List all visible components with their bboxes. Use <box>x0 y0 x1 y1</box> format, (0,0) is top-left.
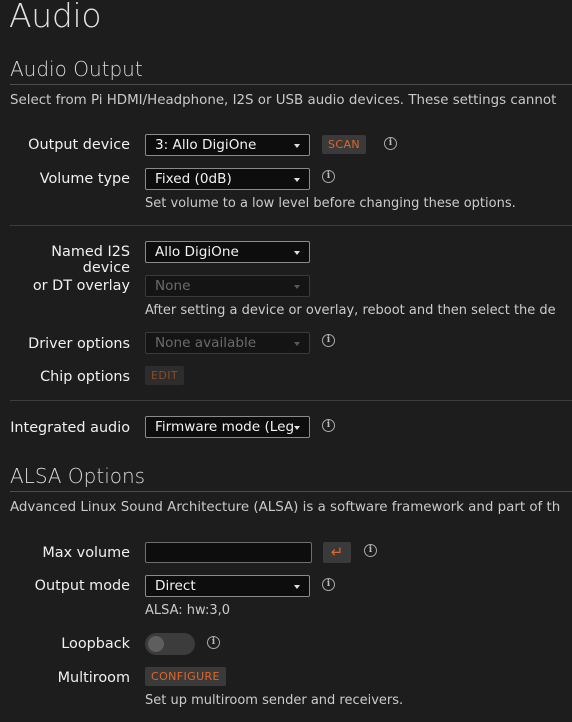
caret-down-icon <box>294 342 300 346</box>
named-i2s-label-line3: or DT overlay <box>32 278 130 294</box>
section-rule <box>10 84 572 85</box>
output-device-value: 3: Allo DigiOne <box>155 137 257 153</box>
page-title: Audio <box>9 0 102 35</box>
loopback-toggle[interactable] <box>145 633 195 655</box>
output-mode-label: Output mode <box>34 578 130 594</box>
max-volume-input[interactable] <box>145 542 312 563</box>
divider <box>10 400 572 401</box>
named-i2s-value: Allo DigiOne <box>155 244 239 260</box>
volume-type-label: Volume type <box>39 171 130 187</box>
section-description-alsa: Advanced Linux Sound Architecture (ALSA)… <box>10 500 561 515</box>
info-icon[interactable]: i <box>322 578 335 591</box>
driver-options-value: None available <box>155 335 257 351</box>
info-icon[interactable]: i <box>364 544 377 557</box>
output-mode-help: ALSA: hw:3,0 <box>145 603 231 618</box>
multiroom-help: Set up multiroom sender and receivers. <box>145 693 404 708</box>
divider <box>10 225 572 226</box>
section-title-alsa-options: ALSA Options <box>10 464 146 488</box>
info-icon[interactable]: i <box>207 636 220 649</box>
toggle-knob <box>148 636 164 652</box>
output-device-select[interactable]: 3: Allo DigiOne <box>145 134 310 156</box>
integrated-audio-select[interactable]: Firmware mode (Leg <box>145 416 310 438</box>
enter-arrow-icon[interactable]: ↵ <box>323 542 351 563</box>
dt-overlay-select[interactable]: None <box>145 275 310 297</box>
output-mode-value: Direct <box>155 578 196 594</box>
multiroom-label: Multiroom <box>57 670 130 686</box>
max-volume-label: Max volume <box>42 545 130 561</box>
caret-down-icon <box>294 178 300 182</box>
caret-down-icon <box>294 426 300 430</box>
info-icon[interactable]: i <box>322 170 335 183</box>
info-icon[interactable]: i <box>322 334 335 347</box>
section-rule <box>10 491 572 492</box>
dt-overlay-value: None <box>155 278 191 294</box>
integrated-audio-label: Integrated audio <box>10 420 130 436</box>
chip-options-label: Chip options <box>40 369 130 385</box>
integrated-audio-value: Firmware mode (Leg <box>155 419 295 435</box>
named-i2s-select[interactable]: Allo DigiOne <box>145 241 310 263</box>
output-device-label: Output device <box>28 137 130 153</box>
loopback-label: Loopback <box>61 636 130 652</box>
named-i2s-label-line2: device <box>82 260 130 276</box>
caret-down-icon <box>294 251 300 255</box>
driver-options-label: Driver options <box>28 336 130 352</box>
caret-down-icon <box>294 285 300 289</box>
volume-type-select[interactable]: Fixed (0dB) <box>145 168 310 190</box>
edit-button[interactable]: EDIT <box>145 366 184 385</box>
named-i2s-label-line1: Named I2S <box>51 244 130 260</box>
info-icon[interactable]: i <box>322 419 335 432</box>
section-description-audio-output: Select from Pi HDMI/Headphone, I2S or US… <box>10 93 557 108</box>
driver-options-select[interactable]: None available <box>145 332 310 354</box>
scan-button[interactable]: SCAN <box>322 135 367 154</box>
named-i2s-help: After setting a device or overlay, reboo… <box>145 303 556 318</box>
configure-button[interactable]: CONFIGURE <box>145 667 226 686</box>
output-mode-select[interactable]: Direct <box>145 575 310 597</box>
section-title-audio-output: Audio Output <box>10 57 143 81</box>
info-icon[interactable]: i <box>384 137 397 150</box>
caret-down-icon <box>294 585 300 589</box>
volume-type-value: Fixed (0dB) <box>155 171 232 187</box>
caret-down-icon <box>294 144 300 148</box>
volume-type-help: Set volume to a low level before changin… <box>145 196 516 211</box>
